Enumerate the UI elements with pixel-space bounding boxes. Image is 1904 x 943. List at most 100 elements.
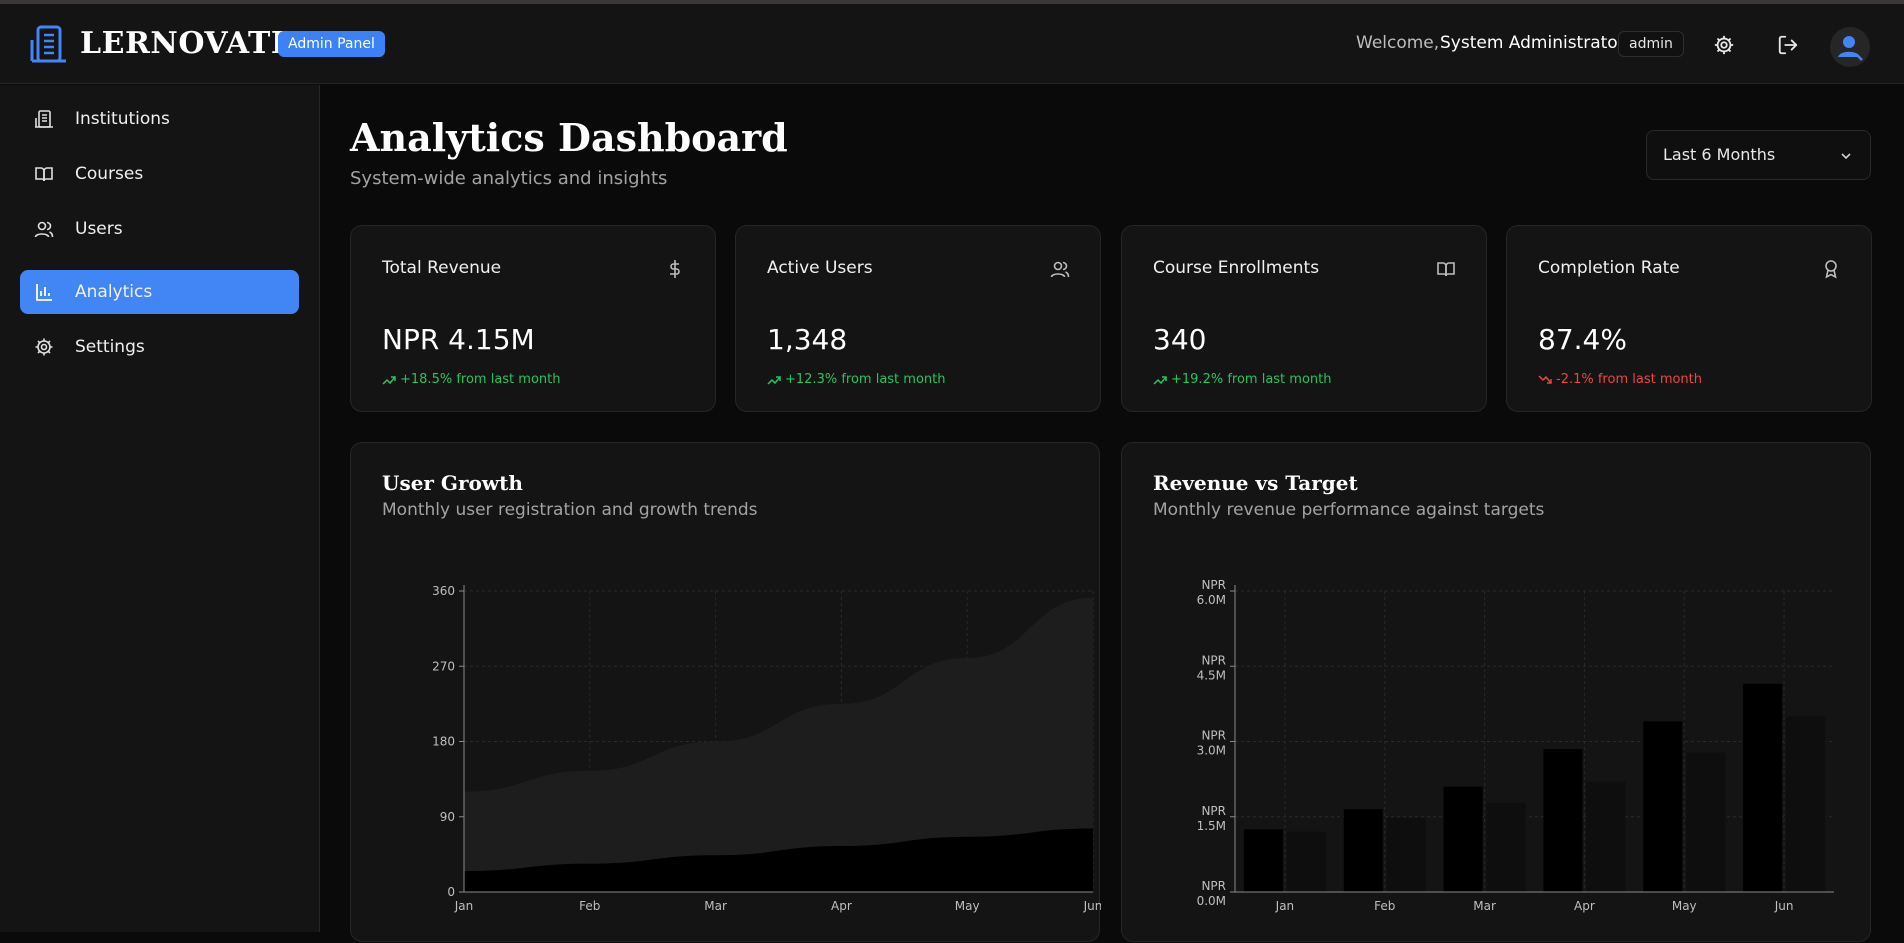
book-open-icon [35,167,53,182]
y-tick-label: 0.0M [1197,894,1226,908]
sidebar-item-label: Courses [75,164,144,184]
card-change-text: +18.5% from last month [400,372,561,387]
card-change-text: +12.3% from last month [785,372,946,387]
user-avatar-icon [1838,36,1863,61]
x-tick-label: Mar [1473,899,1496,913]
y-tick-label: 4.5M [1197,668,1226,682]
y-tick-label: 3.0M [1197,744,1226,758]
x-tick-label: May [955,899,980,913]
building-logo-icon [30,25,66,63]
trending-up-icon [767,375,781,385]
x-tick-label: Feb [1374,899,1395,913]
trending-up-icon [1153,375,1167,385]
x-tick-label: Mar [704,899,727,913]
bar-series-2 [1386,817,1426,892]
card-title: Course Enrollments [1153,258,1320,278]
y-tick-label: NPR [1201,879,1226,893]
gear-icon[interactable] [1713,34,1735,56]
y-tick-label: 6.0M [1197,593,1226,607]
x-tick-label: Jun [1774,899,1794,913]
card-title: Active Users [767,258,873,278]
card-value: 87.4% [1538,323,1627,356]
logout-icon[interactable] [1777,34,1799,56]
bar-series-1 [1643,721,1683,892]
y-tick-label: 360 [432,584,455,598]
bar-series-2 [1286,831,1326,892]
stat-card-total-revenue: Total Revenue NPR 4.15M +18.5% from last… [350,225,716,412]
card-value: 1,348 [767,323,848,356]
sidebar-item-institutions[interactable]: Institutions [20,97,299,141]
card-value: NPR 4.15M [382,323,535,356]
trending-up-icon [382,375,396,385]
bar-series-2 [1486,802,1526,892]
sidebar-item-settings[interactable]: Settings [20,325,299,369]
y-tick-label: NPR [1201,653,1226,667]
gear-icon [35,338,53,356]
brand-name: LERNOVATE [80,26,295,61]
sidebar-item-label: Institutions [75,109,170,129]
bar-series-2 [1786,716,1826,892]
sidebar-item-analytics[interactable]: Analytics [20,270,299,314]
y-tick-label: 90 [440,810,455,824]
trending-down-icon [1538,374,1552,384]
bar-series-1 [1443,786,1483,892]
user-growth-panel: User Growth Monthly user registration an… [350,442,1101,942]
y-tick-label: 270 [432,659,455,673]
page-title: Analytics Dashboard [350,115,788,160]
user-growth-chart: 0 90 180 270 360 Jan Feb Mar Apr May Jun [432,584,1101,913]
dollar-icon [670,260,680,278]
x-tick-label: Feb [579,899,600,913]
sidebar: Institutions Courses Users Analytics Set… [0,85,320,932]
revenue-target-chart: NPR0.0MNPR1.5MNPR3.0MNPR4.5MNPR6.0MJan Fe… [1197,578,1834,913]
card-change: -2.1% from last month [1538,372,1702,387]
bar-chart-icon [36,284,52,301]
card-value: 340 [1153,323,1207,356]
y-tick-label: 0 [447,885,455,899]
x-tick-label: Jan [454,899,474,913]
welcome-prefix: Welcome, [1356,33,1440,53]
card-change-text: -2.1% from last month [1556,372,1703,387]
sidebar-item-label: Analytics [75,282,153,302]
bar-series-1 [1243,829,1283,892]
x-tick-label: Apr [831,899,852,913]
card-title: Total Revenue [382,258,502,278]
bar-series-2 [1686,752,1726,892]
chevron-down-icon [1841,153,1851,160]
card-change: +12.3% from last month [767,372,945,387]
stat-card-active-users: Active Users 1,348 +12.3% from last mont… [735,225,1101,412]
role-badge: admin [1618,31,1684,57]
users-icon [1050,261,1070,278]
stat-card-course-enrollments: Course Enrollments 340 +19.2% from last … [1121,225,1487,412]
top-header: LERNOVATE Admin Panel Welcome, System Ad… [0,4,1904,84]
sidebar-item-label: Settings [75,337,145,357]
y-tick-label: NPR [1201,578,1226,592]
y-tick-label: 180 [432,735,455,749]
y-tick-label: NPR [1201,804,1226,818]
avatar[interactable] [1830,27,1870,67]
card-change: +18.5% from last month [382,372,560,387]
sidebar-item-users[interactable]: Users [20,207,299,251]
bar-series-1 [1543,749,1583,892]
card-title: Completion Rate [1538,258,1680,278]
x-tick-label: Jan [1275,899,1295,913]
date-range-select[interactable]: Last 6 Months [1646,130,1871,180]
sidebar-item-courses[interactable]: Courses [20,152,299,196]
revenue-target-panel: Revenue vs Target Monthly revenue perfor… [1121,442,1871,942]
admin-panel-badge: Admin Panel [278,31,385,57]
date-range-value: Last 6 Months [1663,145,1776,164]
book-open-icon [1437,262,1455,277]
main-content: Analytics Dashboard System-wide analytic… [321,85,1904,942]
stat-card-completion-rate: Completion Rate 87.4% -2.1% from last mo… [1506,225,1872,412]
users-icon [34,221,54,238]
x-tick-label: Apr [1574,899,1595,913]
bar-series-1 [1743,683,1783,892]
sidebar-item-label: Users [75,219,123,239]
x-tick-label: Jun [1083,899,1101,913]
card-change: +19.2% from last month [1153,372,1331,387]
y-tick-label: 1.5M [1197,819,1226,833]
award-icon [1825,260,1837,279]
bar-series-2 [1586,781,1626,892]
user-name: System Administrator [1440,33,1625,53]
card-change-text: +19.2% from last month [1171,372,1332,387]
page-subtitle: System-wide analytics and insights [350,168,668,189]
